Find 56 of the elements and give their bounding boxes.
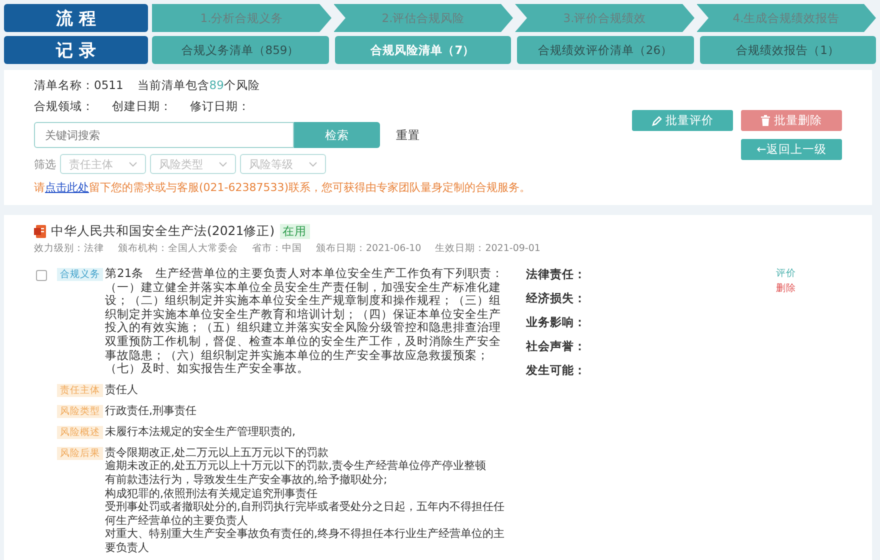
batch-delete-button[interactable]: 批量删除	[741, 110, 842, 131]
risk-text: 对重大、特别重大生产安全事故负有责任的,终身不得担任本行业生产经营单位的主要负责人	[105, 527, 506, 554]
search-button[interactable]: 检索	[294, 122, 380, 148]
risk-text: 责令限期改正,处二万元以上五万元以下的罚款	[105, 446, 330, 460]
list-name: 清单名称：0511	[34, 78, 124, 93]
evaluate-link[interactable]: 评价	[776, 267, 796, 280]
filter-dropdown[interactable]: 责任主体	[60, 154, 146, 174]
assessment-label: 经济损失：	[526, 291, 587, 306]
flow-label: 流 程	[4, 4, 148, 32]
contact-notice: 请点击此处留下您的需求或与客服(021-62387533)联系，您可获得由专家团队量身定制的合规服务。	[34, 180, 532, 195]
document-icon	[34, 225, 46, 238]
info-label: 修订日期：	[190, 99, 250, 114]
law-meta: 颁布机构：全国人大常委会	[118, 242, 238, 255]
info-label: 合规领域：	[34, 99, 94, 114]
risk-text: 未履行本法规定的安全生产管理职责的,	[105, 424, 296, 438]
search-field[interactable]: 关键词搜索	[34, 122, 294, 148]
risk-count-text: 当前清单包含89个风险	[137, 78, 260, 93]
risk-text: 受刑事处罚或者撤职处分的,自刑罚执行完毕或者受处分之日起，五年内不得担任任何生产经营单位的主要负责人	[105, 500, 506, 528]
law-meta: 省市：中国	[252, 242, 302, 255]
delete-link[interactable]: 删除	[776, 282, 796, 295]
record-tab[interactable]: 合规风险清单（7）	[334, 36, 511, 64]
record-tab[interactable]: 合规绩效报告（1）	[700, 36, 876, 64]
risk-text: 行政责任,刑事责任	[105, 404, 196, 418]
obligation-tag: 合规义务	[57, 268, 103, 281]
status-badge: 在用	[280, 224, 310, 239]
assessment-label: 社会声誉：	[526, 339, 587, 354]
filter-dropdown[interactable]: 风险等级	[240, 154, 326, 174]
info-label: 创建日期：	[112, 99, 172, 114]
law-meta: 生效日期：2021-09-01	[435, 242, 540, 255]
risk-text: 逾期未改正的,处五万元以上十万元以下的罚款,责令生产经营单位停产停业整顿	[105, 459, 487, 473]
pencil-icon	[652, 116, 662, 126]
back-button[interactable]: ←返回上一级	[741, 139, 842, 160]
filter-dropdown[interactable]: 风险类型	[150, 154, 236, 174]
reset-link[interactable]: 重置	[396, 128, 420, 142]
risk-tag: 风险类型	[57, 404, 103, 418]
risk-tag: 风险概述	[57, 426, 103, 439]
risk-text: 责任人	[105, 382, 138, 396]
law-meta: 效力级别：法律	[34, 242, 104, 255]
checkbox[interactable]	[36, 270, 47, 281]
record-tab[interactable]: 合规义务清单（859）	[152, 36, 328, 64]
law-meta: 颁布日期：2021-06-10	[316, 242, 422, 255]
article-text: 第21条 生产经营单位的主要负责人对本单位安全生产工作负有下列职责：（一）建立健全并落实本单位全员安全生产责任制，加强安全生产标准化建设；（二）组织制定并实施本单位安全生产规章制度和操作规程；（三）组织制定并实施本单位安全生产教育和培训计划；（四）保证本单位安全生产投入的有效实施；（五）组织建立并落实安全风险分级管控和隐患排查治理双重预防工作机制，督促、检查本单位的安全生产工作，及时消除生产安全事故隐患；（六）组织制定并实施本单位的生产安全事故应急救援预案；（七）及时、如实报告生产安全事故。	[105, 267, 505, 376]
assessment-label: 发生可能：	[526, 363, 587, 378]
trash-icon	[761, 115, 770, 126]
batch-evaluate-button[interactable]: 批量评价	[632, 110, 733, 131]
filter-label: 筛选	[34, 156, 56, 172]
contact-link[interactable]: 点击此处	[45, 181, 89, 194]
risk-tag: 责任主体	[57, 384, 103, 397]
risk-text: 有前款违法行为，导致发生生产安全事故的,给予撤职处分;	[105, 472, 388, 487]
risk-text: 构成犯罪的,依照刑法有关规定追究刑事责任	[105, 486, 318, 500]
records-label: 记 录	[4, 36, 148, 64]
assessment-label: 业务影响：	[526, 315, 587, 330]
assessment-label: 法律责任：	[526, 267, 587, 282]
risk-tag: 风险后果	[57, 446, 103, 460]
law-title[interactable]: 中华人民共和国安全生产法(2021修正)	[51, 223, 275, 240]
record-tab[interactable]: 合规绩效评价清单（26）	[517, 36, 694, 64]
